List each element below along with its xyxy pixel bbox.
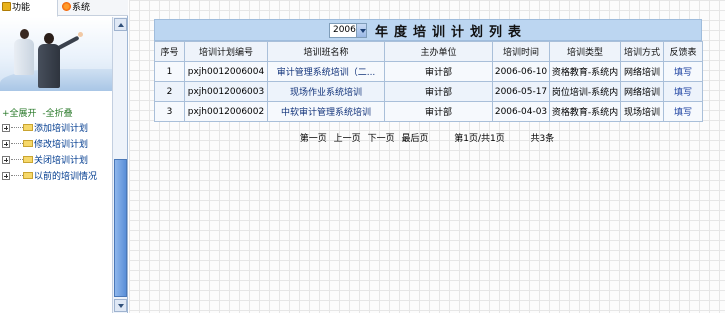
function-icon [2, 2, 11, 11]
column-header: 培训班名称 [267, 41, 385, 62]
cell-type: 资格教育-系统内 [549, 61, 621, 82]
folder-icon [23, 156, 33, 163]
column-header: 序号 [154, 41, 185, 62]
column-header: 培训类型 [549, 41, 621, 62]
table-row: 1 pxjh0012006004 审计管理系统培训（二... 审计部 2006-… [154, 61, 703, 82]
collapse-all-link[interactable]: -全折叠 [42, 109, 72, 119]
tree-item-close-plan[interactable]: 关闭培训计划 [2, 153, 112, 169]
column-header: 培训计划编号 [184, 41, 268, 62]
cell-type: 资格教育-系统内 [549, 101, 621, 122]
tree-item-edit-plan[interactable]: 修改培训计划 [2, 137, 112, 153]
pagination: 第一页 上一页 下一页 最后页 第1页/共1页 共3条 [129, 131, 725, 144]
page-info: 第1页/共1页 [454, 134, 505, 144]
fill-feedback-link[interactable]: 填写 [674, 108, 692, 118]
table-header-row: 序号 培训计划编号 培训班名称 主办单位 培训时间 培训类型 培训方式 反馈表 [154, 41, 703, 62]
cell-type: 岗位培训-系统内 [549, 81, 621, 102]
tab-function-label: 功能 [12, 3, 31, 13]
scroll-up-icon[interactable] [114, 18, 127, 31]
tab-system[interactable]: 系统 [60, 0, 122, 16]
tree-item-label[interactable]: 以前的培训情况 [34, 172, 97, 182]
cell-org: 审计部 [384, 101, 493, 122]
cell-mode: 网络培训 [620, 81, 664, 102]
column-header: 反馈表 [663, 41, 703, 62]
last-page-link[interactable]: 最后页 [401, 134, 428, 144]
fill-feedback-link[interactable]: 填写 [674, 68, 692, 78]
panel-tabs: 功能 系统 [0, 0, 128, 17]
cell-code: pxjh0012006002 [184, 101, 268, 122]
tree-item-add-plan[interactable]: 添加培训计划 [2, 121, 112, 137]
plan-table: 序号 培训计划编号 培训班名称 主办单位 培训时间 培训类型 培训方式 反馈表 … [154, 41, 703, 122]
function-tree: +全展开 -全折叠 添加培训计划 修改培训计划 关闭培训计划 以前的培训情况 [2, 107, 112, 185]
cell-mode: 网络培训 [620, 61, 664, 82]
tab-system-label: 系统 [72, 3, 91, 13]
training-name-link[interactable]: 审计管理系统培训（二... [277, 68, 376, 78]
left-scrollbar[interactable] [112, 17, 127, 313]
chevron-down-icon[interactable] [355, 23, 366, 37]
cell-no: 2 [154, 81, 185, 102]
plan-list-panel: 2006 年度培训计划列表 序号 培训计划编号 培训班名称 主办单位 培训时间 … [154, 19, 703, 122]
total-count: 共3条 [530, 134, 555, 144]
page-title: 年度培训计划列表 [374, 24, 527, 40]
cell-code: pxjh0012006003 [184, 81, 268, 102]
scroll-down-icon[interactable] [114, 299, 127, 312]
system-icon [62, 2, 71, 11]
next-page-link[interactable]: 下一页 [368, 134, 395, 144]
table-title-bar: 2006 年度培训计划列表 [154, 19, 702, 41]
training-name-link[interactable]: 中软审计管理系统培训 [281, 108, 371, 118]
cell-code: pxjh0012006004 [184, 61, 268, 82]
cell-org: 审计部 [384, 61, 493, 82]
column-header: 培训时间 [492, 41, 550, 62]
folder-icon [23, 172, 33, 179]
column-header: 主办单位 [384, 41, 493, 62]
expand-plus-icon[interactable] [2, 124, 10, 132]
scrollbar-thumb[interactable] [114, 159, 127, 297]
fill-feedback-link[interactable]: 填写 [674, 88, 692, 98]
cell-date: 2006-05-17 [492, 81, 550, 102]
banner-image [0, 17, 112, 91]
left-panel: 功能 系统 +全展开 -全折叠 添加培训计划 修改培训计划 关闭培训计划 以前的… [0, 0, 128, 313]
tree-item-past-training[interactable]: 以前的培训情况 [2, 169, 112, 185]
cell-mode: 现场培训 [620, 101, 664, 122]
cell-date: 2006-06-10 [492, 61, 550, 82]
tree-item-label[interactable]: 添加培训计划 [34, 124, 88, 134]
year-select[interactable]: 2006 [328, 22, 367, 38]
cell-org: 审计部 [384, 81, 493, 102]
cell-no: 1 [154, 61, 185, 82]
cell-no: 3 [154, 101, 185, 122]
expand-plus-icon[interactable] [2, 172, 10, 180]
column-header: 培训方式 [620, 41, 664, 62]
table-row: 2 pxjh0012006003 现场作业系统培训 审计部 2006-05-17… [154, 81, 703, 102]
table-row: 3 pxjh0012006002 中软审计管理系统培训 审计部 2006-04-… [154, 101, 703, 122]
main-content: 2006 年度培训计划列表 序号 培训计划编号 培训班名称 主办单位 培训时间 … [129, 0, 725, 313]
folder-icon [23, 124, 33, 131]
training-name-link[interactable]: 现场作业系统培训 [290, 88, 362, 98]
first-page-link[interactable]: 第一页 [300, 134, 327, 144]
tree-controls: +全展开 -全折叠 [2, 107, 112, 121]
folder-icon [23, 140, 33, 147]
expand-plus-icon[interactable] [2, 156, 10, 164]
tree-item-label[interactable]: 关闭培训计划 [34, 156, 88, 166]
year-select-value: 2006 [332, 25, 356, 35]
expand-plus-icon[interactable] [2, 140, 10, 148]
tree-item-label[interactable]: 修改培训计划 [34, 140, 88, 150]
expand-all-link[interactable]: +全展开 [2, 109, 37, 119]
tab-function[interactable]: 功能 [0, 0, 58, 17]
cell-date: 2006-04-03 [492, 101, 550, 122]
prev-page-link[interactable]: 上一页 [334, 134, 361, 144]
